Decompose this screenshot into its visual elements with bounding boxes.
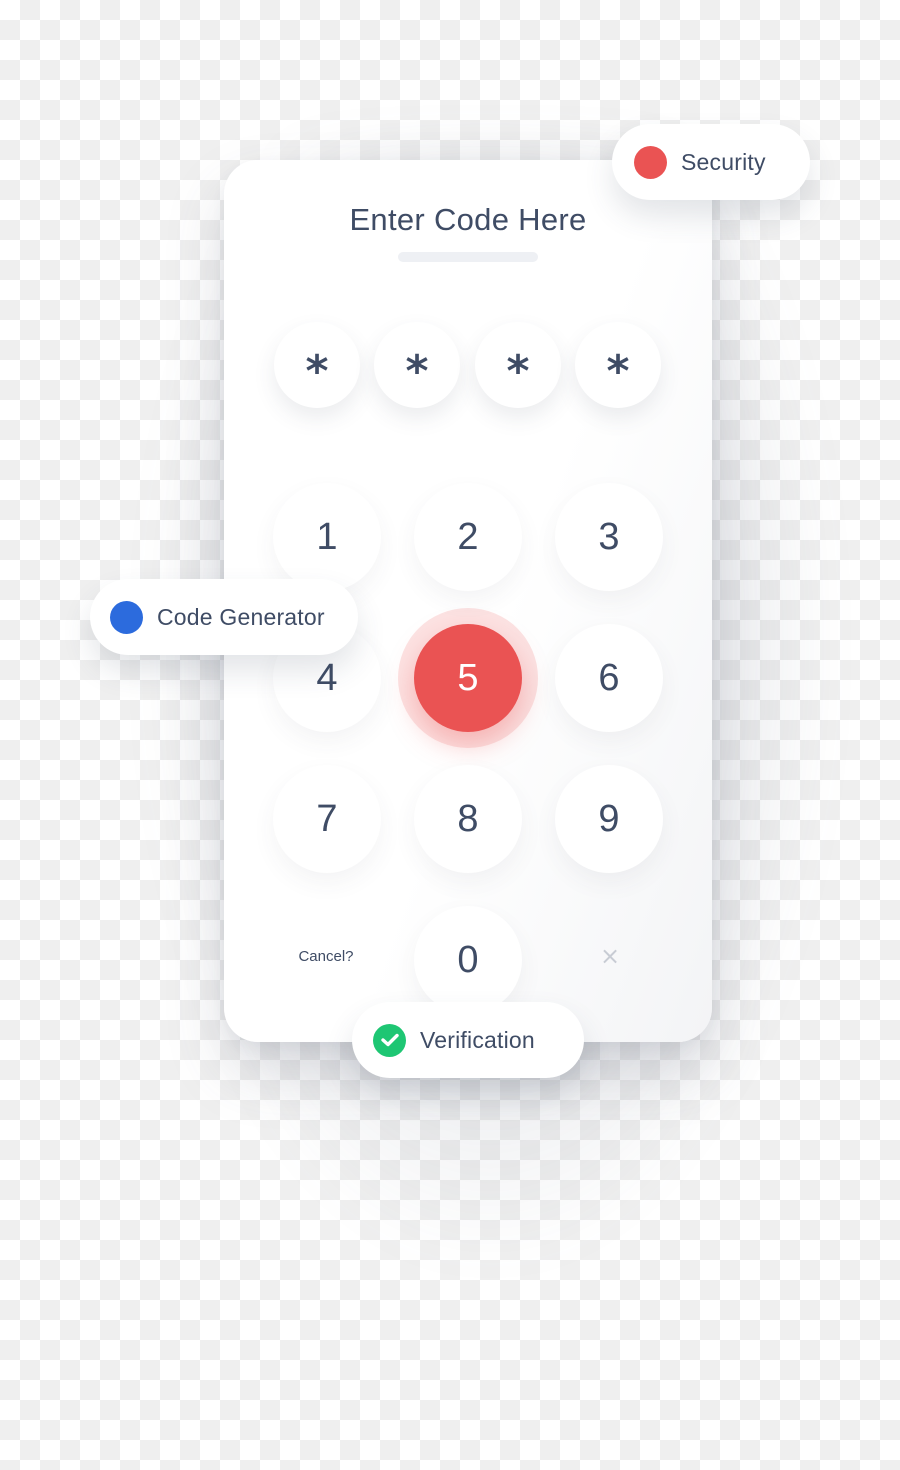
security-badge: Security: [612, 124, 810, 200]
pin-slot-2: *: [374, 322, 460, 408]
code-generator-badge: Code Generator: [90, 579, 358, 655]
code-generator-badge-label: Code Generator: [157, 603, 325, 630]
security-badge-label: Security: [681, 148, 766, 175]
verification-badge-label: Verification: [420, 1026, 535, 1053]
key-1[interactable]: 1: [273, 483, 381, 591]
blue-dot-icon: [110, 600, 143, 634]
cancel-button[interactable]: Cancel?: [276, 948, 376, 965]
key-2[interactable]: 2: [414, 483, 522, 591]
check-circle-icon: [373, 1023, 406, 1057]
key-9[interactable]: 9: [555, 765, 663, 873]
red-dot-icon: [634, 145, 667, 179]
pin-slot-1: *: [274, 322, 360, 408]
key-3[interactable]: 3: [555, 483, 663, 591]
key-0[interactable]: 0: [414, 906, 522, 1014]
verification-badge: Verification: [352, 1002, 584, 1078]
pin-slot-4: *: [575, 322, 661, 408]
key-5[interactable]: 5: [414, 624, 522, 732]
clear-icon[interactable]: ×: [596, 942, 624, 970]
pin-slot-3: *: [475, 322, 561, 408]
key-7[interactable]: 7: [273, 765, 381, 873]
key-8[interactable]: 8: [414, 765, 522, 873]
page-title: Enter Code Here: [349, 202, 587, 237]
title-underline: [398, 252, 538, 262]
key-6[interactable]: 6: [555, 624, 663, 732]
